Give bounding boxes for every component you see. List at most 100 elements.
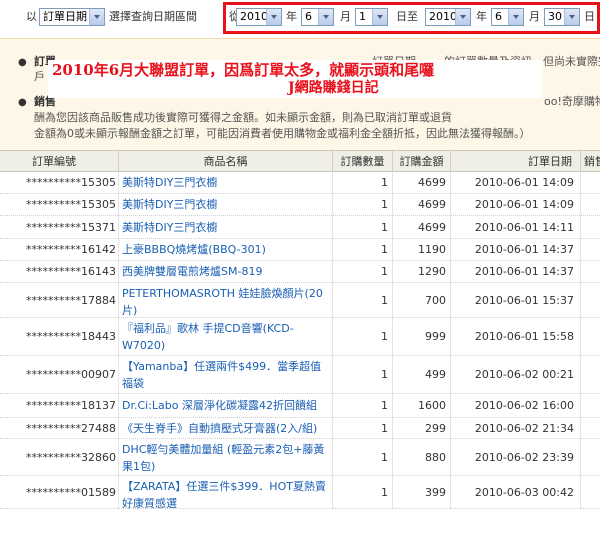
notice-text-line5: 金額為0或未顯示報酬金額之訂單，可能因消費者使用購物金或福利金全額折抵，因此無法… <box>34 127 531 140</box>
product-link[interactable]: DHC輕勻美體加量組 (輕盈元素2包+藤黃果1包) <box>122 441 328 475</box>
column-divider <box>332 283 333 318</box>
column-divider <box>580 439 581 476</box>
month-unit-label: 月 <box>340 10 351 23</box>
table-row: **********01589 【ZARATA】任選三件$399．HOT夏熱賣好康… <box>0 476 600 512</box>
date-type-select[interactable]: 訂單日期 <box>39 8 105 26</box>
order-number: **********15305 <box>26 198 116 211</box>
table-row: **********18443 『福利品』歌林 手提CD音響(KCD-W7020)… <box>0 318 600 356</box>
month-unit-label: 月 <box>529 10 540 23</box>
column-divider <box>118 239 119 261</box>
order-qty: 1 <box>381 330 388 343</box>
annotation-signature: J網路賺錢日記 <box>288 80 379 96</box>
column-divider <box>118 172 119 194</box>
end-day-select[interactable]: 30 <box>544 8 580 26</box>
column-divider <box>392 394 393 418</box>
column-divider <box>450 194 451 216</box>
annotation-title: 2010年6月大聯盟訂單，因爲訂單太多，就顯示頭和尾囉 <box>52 61 435 79</box>
start-day-select[interactable]: 1 <box>355 8 388 26</box>
column-divider <box>450 439 451 476</box>
column-divider <box>332 356 333 394</box>
column-divider <box>392 283 393 318</box>
column-header-sales: 銷售 <box>580 151 600 172</box>
column-divider <box>118 283 119 318</box>
order-date: 2010-06-01 15:37 <box>474 294 574 307</box>
bullet-icon: ● <box>18 57 27 68</box>
column-divider <box>118 194 119 216</box>
order-date: 2010-06-02 00:21 <box>474 368 574 381</box>
filter-hint-label: 選擇查詢日期區間 <box>109 10 197 23</box>
order-number: **********27488 <box>26 422 116 435</box>
table-row: **********15305 美斯特DIY三門衣櫥 1 4699 2010-06-01… <box>0 194 600 216</box>
product-link[interactable]: 【ZARATA】任選三件$399．HOT夏熱賣好康質感選 <box>122 478 328 512</box>
column-divider <box>332 172 333 194</box>
product-link[interactable]: 美斯特DIY三門衣櫥 <box>122 216 328 239</box>
order-qty: 1 <box>381 265 388 278</box>
column-divider <box>118 318 119 356</box>
product-link[interactable]: PETERTHOMASROTH 娃娃臉煥顏片(20片) <box>122 285 328 319</box>
column-divider <box>332 216 333 239</box>
year-unit-label: 年 <box>476 10 487 23</box>
table-row: **********16143 西美牌雙層電煎烤爐SM-819 1 1290 2010-… <box>0 261 600 283</box>
order-number: **********18443 <box>26 330 116 343</box>
start-year-select[interactable]: 2010 <box>236 8 282 26</box>
product-link[interactable]: 美斯特DIY三門衣櫥 <box>122 172 328 194</box>
annotation-overlay: 2010年6月大聯盟訂單，因爲訂單太多，就顯示頭和尾囉 J網路賺錢日記 <box>48 60 542 98</box>
chevron-down-icon <box>372 9 387 25</box>
chevron-down-icon <box>564 9 579 25</box>
product-link[interactable]: 『福利品』歌林 手提CD音響(KCD-W7020) <box>122 320 328 354</box>
order-qty: 1 <box>381 221 388 234</box>
year-unit-label: 年 <box>286 10 297 23</box>
table-row: **********16142 上豪BBBQ燒烤爐(BBQ-301) 1 1190 20… <box>0 239 600 261</box>
end-year-select[interactable]: 2010 <box>425 8 471 26</box>
product-link[interactable]: 西美牌雙層電煎烤爐SM-819 <box>122 261 328 283</box>
column-divider <box>392 418 393 439</box>
order-number: **********01589 <box>26 486 116 499</box>
to-label: 日至 <box>396 10 418 23</box>
order-date: 2010-06-02 23:39 <box>474 451 574 464</box>
start-month-select[interactable]: 6 <box>301 8 334 26</box>
order-qty: 1 <box>381 399 388 412</box>
order-amount: 700 <box>425 294 446 307</box>
notice-text-line2: 戶 <box>34 70 45 83</box>
column-divider <box>118 394 119 418</box>
column-divider <box>450 239 451 261</box>
product-link[interactable]: 【Yamanba】任選兩件$499．當季超值福袋 <box>122 358 328 392</box>
column-divider <box>392 318 393 356</box>
product-link[interactable]: 上豪BBBQ燒烤爐(BBQ-301) <box>122 239 328 261</box>
product-link[interactable]: 《天生脊手》自動擠壓式牙膏器(2入/組) <box>122 418 328 439</box>
column-divider <box>118 356 119 394</box>
chevron-down-icon <box>318 9 333 25</box>
column-divider <box>580 261 581 283</box>
order-qty: 1 <box>381 486 388 499</box>
start-day-value: 1 <box>359 10 366 23</box>
column-divider <box>580 356 581 394</box>
column-divider <box>580 239 581 261</box>
chevron-down-icon <box>508 9 523 25</box>
end-month-value: 6 <box>495 10 502 23</box>
product-link[interactable]: Dr.Ci:Labo 深層淨化碳凝露42折回饋組 <box>122 394 328 418</box>
order-number: **********16142 <box>26 243 116 256</box>
column-header-amount: 訂購金額 <box>392 151 450 172</box>
column-divider <box>450 172 451 194</box>
order-number: **********00907 <box>26 368 116 381</box>
order-number: **********17884 <box>26 294 116 307</box>
end-month-select[interactable]: 6 <box>491 8 524 26</box>
column-divider <box>450 394 451 418</box>
order-amount: 4699 <box>418 221 446 234</box>
column-divider <box>392 194 393 216</box>
chevron-down-icon <box>89 9 104 25</box>
order-number: **********18137 <box>26 399 116 412</box>
order-number: **********16143 <box>26 265 116 278</box>
column-divider <box>332 194 333 216</box>
end-year-value: 2010 <box>429 10 457 23</box>
column-header-product: 商品名稱 <box>118 151 332 172</box>
column-divider <box>580 194 581 216</box>
column-divider <box>450 261 451 283</box>
column-divider <box>392 239 393 261</box>
column-divider <box>332 439 333 476</box>
end-day-value: 30 <box>548 10 562 23</box>
column-divider <box>332 476 333 509</box>
product-link[interactable]: 美斯特DIY三門衣櫥 <box>122 194 328 216</box>
column-divider <box>392 172 393 194</box>
column-divider <box>118 476 119 509</box>
